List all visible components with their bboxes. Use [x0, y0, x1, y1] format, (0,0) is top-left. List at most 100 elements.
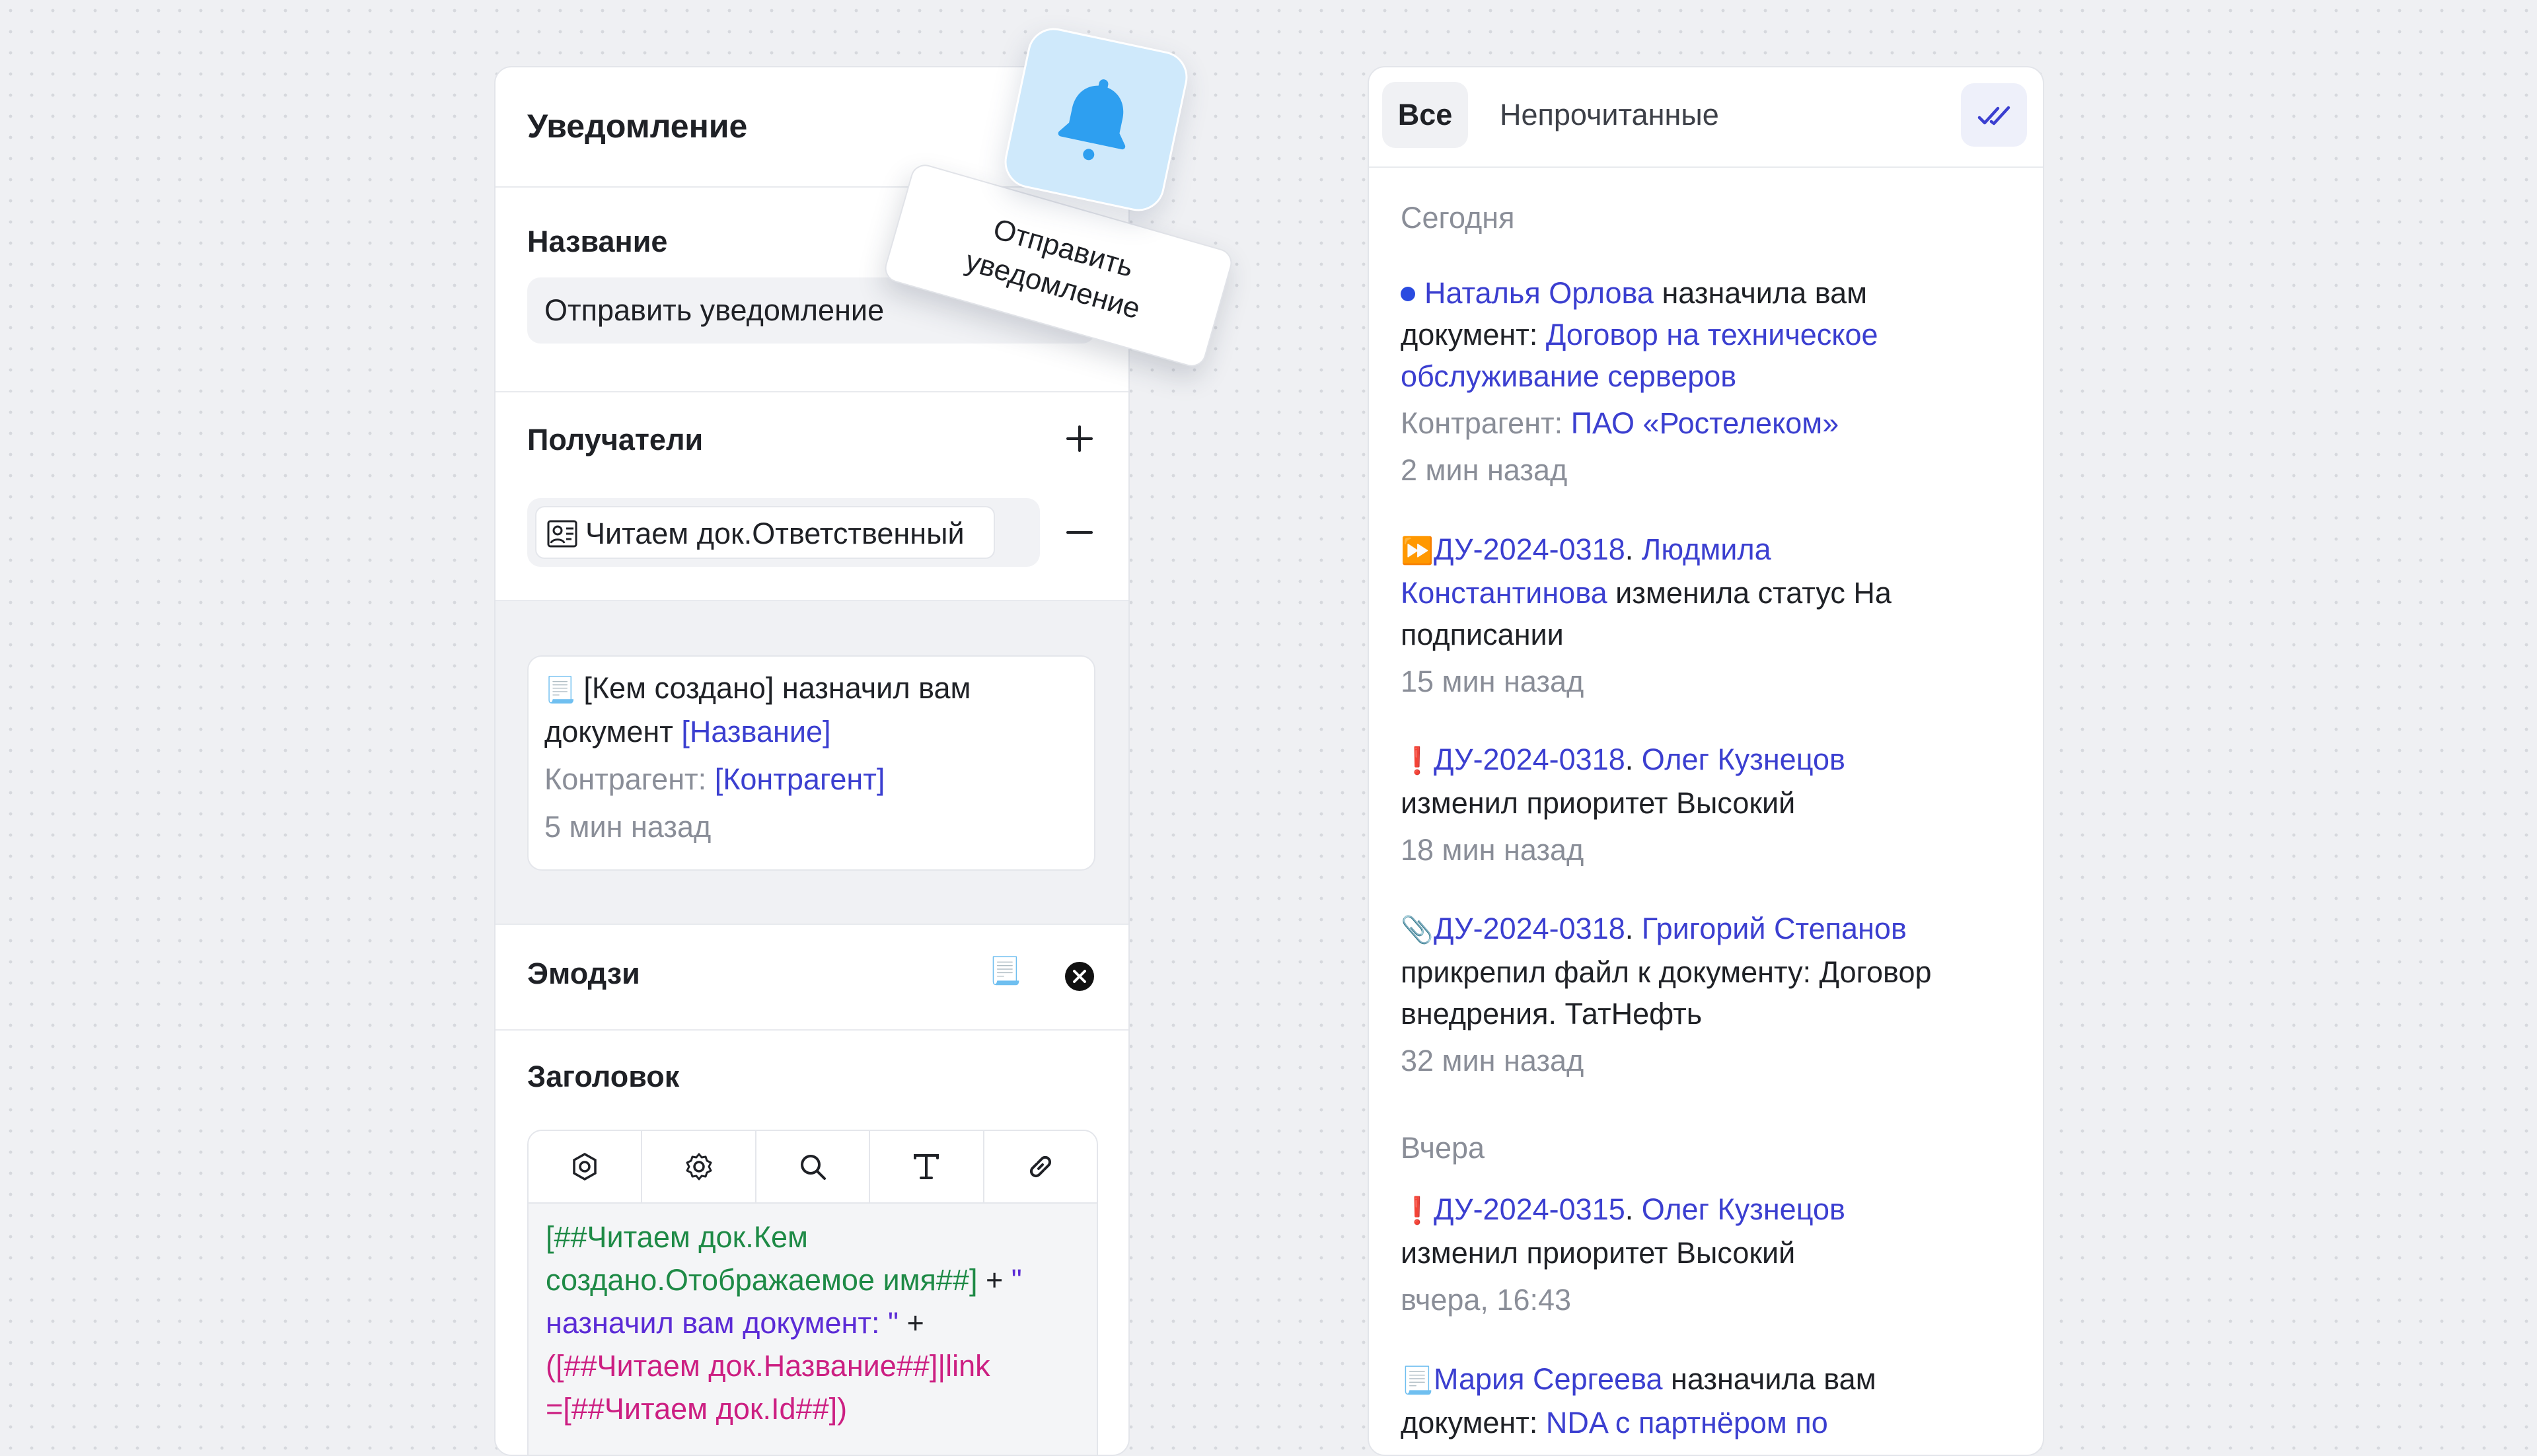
name-label: Название: [527, 225, 668, 258]
fast-forward-icon: ⏩: [1401, 536, 1434, 565]
formula-editor[interactable]: [##Читаем док.Кем создано.Отображаемое и…: [527, 1130, 1098, 1455]
plus-icon: [1066, 425, 1093, 452]
search-icon: [801, 1155, 827, 1180]
close-circle-icon: [1065, 962, 1094, 991]
item-actor[interactable]: Олег Кузнецов: [1642, 1192, 1845, 1226]
emoji-section: Эмодзи 📃: [496, 924, 1128, 1031]
header-label: Заголовок: [527, 1060, 680, 1093]
notification-preview-card: 📃 [Кем создано] назначил вам документ [На…: [527, 655, 1095, 871]
recipient-chip[interactable]: Читаем док.Ответственный: [535, 506, 995, 559]
paperclip-icon: 📎: [1401, 916, 1434, 945]
notification-item[interactable]: ⏩ДУ-2024-0318. Людмила Константинова изм…: [1401, 528, 1995, 702]
item-time: 15 мин назад: [1401, 665, 1584, 698]
item-line: Наталья Орлова назначила вам: [1387, 272, 1995, 314]
item-line: 📃Мария Сергеева назначила вам: [1401, 1358, 1995, 1402]
item-actor[interactable]: Наталья Орлова: [1424, 276, 1654, 310]
settings-button[interactable]: [642, 1131, 756, 1202]
item-doc-link[interactable]: NDA с партнёром по: [1546, 1406, 1828, 1439]
minus-icon: [1066, 531, 1093, 534]
unread-dot-icon: [1401, 287, 1415, 302]
notification-item[interactable]: 📃Мария Сергеева назначила вам документ: …: [1401, 1358, 1995, 1443]
component-icon: [573, 1152, 597, 1181]
double-check-icon: [1977, 106, 2010, 126]
preview-line-1: 📃 [Кем создано] назначил вам: [544, 671, 971, 706]
tab-all[interactable]: Все: [1382, 82, 1468, 148]
preview-text-1: [Кем создано] назначил вам: [583, 671, 971, 705]
item-doc-number[interactable]: ДУ-2024-0318: [1434, 532, 1625, 566]
item-doc-link[interactable]: Договор на техническое: [1546, 318, 1878, 351]
preview-counterparty-link: [Контрагент]: [714, 762, 885, 796]
bell-tile: [1000, 23, 1193, 216]
item-actor[interactable]: Константинова: [1401, 576, 1607, 610]
item-actor[interactable]: Людмила: [1642, 532, 1771, 566]
text-button[interactable]: [870, 1131, 984, 1202]
item-line: документ: NDA с партнёром по: [1401, 1402, 1995, 1443]
recipient-chip-label: Читаем док.Ответственный: [585, 517, 965, 550]
notification-item[interactable]: ❗ДУ-2024-0318. Олег Кузнецов изменил при…: [1401, 739, 1995, 871]
preview-text-2: документ: [544, 715, 682, 748]
item-doc-number[interactable]: ДУ-2024-0315: [1434, 1192, 1625, 1226]
component-button[interactable]: [529, 1131, 643, 1202]
item-line: документ: Договор на техническое: [1401, 314, 1995, 355]
item-actor[interactable]: Григорий Степанов: [1642, 912, 1907, 945]
link-button[interactable]: [984, 1131, 1097, 1202]
recipients-label: Получатели: [527, 423, 704, 456]
notification-item[interactable]: 📎ДУ-2024-0318. Григорий Степанов прикреп…: [1401, 908, 1995, 1081]
user-card-icon: [547, 520, 577, 548]
item-meta: Контрагент: ПАО «Ростелеком»: [1401, 402, 1995, 444]
name-input-value: Отправить уведомление: [544, 293, 885, 327]
day-label-today: Сегодня: [1401, 201, 1515, 235]
tab-unread[interactable]: Непрочитанные: [1500, 82, 1719, 148]
item-sep: .: [1625, 743, 1642, 776]
recipients-section: Получатели Читаем док.Ответственный: [496, 392, 1128, 592]
item-meta-link[interactable]: ПАО «Ростелеком»: [1571, 406, 1839, 440]
code-line-2-op: +: [977, 1263, 1011, 1297]
exclamation-icon: ❗: [1401, 746, 1434, 776]
preview-line-2: документ [Название]: [544, 715, 831, 749]
panel-title: Уведомление: [527, 108, 748, 145]
header-section: Заголовок [##Читаем док.Кем создано.Отоб…: [496, 1031, 1128, 1455]
item-text: изменил приоритет Высокий: [1401, 1236, 1796, 1270]
item-sep: .: [1625, 532, 1642, 566]
item-doc-number[interactable]: ДУ-2024-0318: [1434, 743, 1625, 776]
emoji-value[interactable]: 📃: [988, 955, 1021, 986]
item-text: назначила вам: [1653, 276, 1868, 310]
code-line-5: =[##Читаем док.Id##]): [546, 1392, 848, 1426]
item-text: изменила статус На: [1607, 576, 1892, 610]
code-line-3-op: +: [898, 1306, 924, 1340]
item-time: 32 мин назад: [1401, 1044, 1584, 1077]
notification-item[interactable]: Наталья Орлова назначила вам документ: Д…: [1401, 272, 1995, 491]
item-actor[interactable]: Олег Кузнецов: [1642, 743, 1845, 776]
preview-line-3: Контрагент: [Контрагент]: [544, 762, 885, 797]
preview-name-link: [Название]: [681, 715, 831, 748]
exclamation-icon: ❗: [1401, 1196, 1434, 1225]
preview-counterparty-label: Контрагент:: [544, 762, 715, 796]
add-recipient-button[interactable]: [1058, 418, 1101, 460]
item-line: ❗ДУ-2024-0318. Олег Кузнецов: [1401, 739, 1995, 782]
item-line: Константинова изменила статус На: [1401, 572, 1995, 614]
item-line: ❗ДУ-2024-0315. Олег Кузнецов: [1401, 1188, 1995, 1232]
item-text: изменил приоритет Высокий: [1401, 786, 1796, 820]
feed-list: Сегодня Наталья Орлова назначила вам док…: [1369, 168, 2043, 1455]
notification-item[interactable]: ❗ДУ-2024-0315. Олег Кузнецов изменил при…: [1401, 1188, 1995, 1321]
item-text: прикрепил файл к документу: Договор: [1401, 955, 1932, 989]
item-doc-number[interactable]: ДУ-2024-0318: [1434, 912, 1625, 945]
clear-emoji-button[interactable]: [1062, 959, 1097, 994]
item-text: внедрения. ТатНефть: [1401, 997, 1703, 1031]
item-actor[interactable]: Мария Сергеева: [1434, 1362, 1663, 1396]
item-doc-link[interactable]: обслуживание серверов: [1401, 355, 1995, 397]
mark-all-read-button[interactable]: [1961, 83, 2027, 147]
emoji-label: Эмодзи: [527, 957, 640, 990]
recipient-field[interactable]: Читаем док.Ответственный: [527, 498, 1040, 567]
notifications-feed-panel: Все Непрочитанные Сегодня Наталья Орлова…: [1368, 66, 2044, 1456]
text-icon: [914, 1154, 939, 1179]
remove-recipient-button[interactable]: [1058, 511, 1101, 554]
item-line: ⏩ДУ-2024-0318. Людмила: [1401, 528, 1995, 572]
code-line-2-quote: ": [1011, 1263, 1022, 1297]
item-text: назначила вам: [1662, 1362, 1876, 1396]
search-button[interactable]: [756, 1131, 871, 1202]
editor-toolbar: [529, 1131, 1097, 1204]
day-label-yesterday: Вчера: [1401, 1131, 1485, 1165]
code-line-4: ([##Читаем док.Название##]|link: [546, 1349, 990, 1383]
formula-code[interactable]: [##Читаем док.Кем создано.Отображаемое и…: [546, 1216, 1022, 1430]
